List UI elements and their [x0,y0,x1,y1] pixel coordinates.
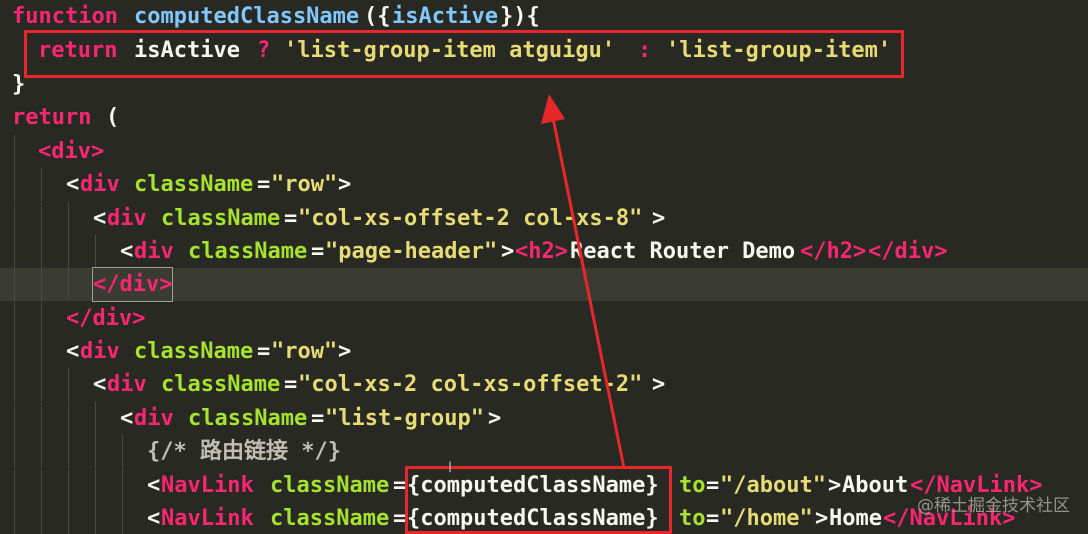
keyword-return: return [12,105,92,130]
tag-gt: > [501,239,515,264]
link-text: Home [829,506,882,531]
equals: = [257,339,271,364]
jsx-attribute: className [161,372,281,397]
string-literal: 'list-group-item' [666,38,892,63]
code-line-6[interactable]: < div className = "row" > [0,168,1088,201]
navlink-tag: NavLink [161,473,254,498]
attribute-value: "/about" [720,473,826,498]
equals: = [257,172,271,197]
attribute-value: "col-xs-offset-2 col-xs-8" [298,206,643,231]
code-line-5[interactable]: <div> [0,135,1088,168]
tag-lt: < [120,239,134,264]
jsx-attribute: className [134,172,254,197]
code-line-8[interactable]: < div className = "page-header" > <h2> R… [0,235,1088,268]
jsx-expression: {computedClassName} [407,473,659,498]
code-line-13[interactable]: < div className = "list-group" > [0,402,1088,435]
code-line-11[interactable]: < div className = "row" > [0,335,1088,368]
tag-lt: < [120,406,134,431]
tag-gt: > [828,473,842,498]
ternary-operator: ? [257,38,271,63]
heading-text: React Router Demo [570,239,796,264]
div-close-tag: </div> [91,267,174,302]
paren-open: ( [106,105,120,130]
jsx-tag: div [80,339,120,364]
jsx-attribute: className [188,239,308,264]
code-line-2[interactable]: return isActive ? 'list-group-item atgui… [0,34,1088,67]
code-line-12[interactable]: < div className = "col-xs-2 col-xs-offse… [0,368,1088,401]
tag-gt: > [652,372,666,397]
attribute-value: "list-group" [325,406,484,431]
attribute-value: "row" [271,172,338,197]
tag-lt: < [93,206,107,231]
code-line-9[interactable]: </div> [0,267,1088,302]
paren-close: }){ [500,4,540,29]
h2-open-tag: <h2> [515,239,568,264]
jsx-attribute: className [134,339,254,364]
jsx-tag: div [134,406,174,431]
jsx-attribute: className [188,406,308,431]
identifier: isActive [134,38,240,63]
equals: = [393,473,407,498]
tag-gt: > [815,506,829,531]
tag-lt: < [147,506,161,531]
jsx-tag: div [107,372,147,397]
jsx-attribute: className [270,506,390,531]
ternary-colon: : [638,38,652,63]
attribute-value: "/home" [720,506,813,531]
code-line-3[interactable]: } [0,68,1088,101]
text-cursor-icon: I [448,460,453,476]
code-line-7[interactable]: < div className = "col-xs-offset-2 col-x… [0,202,1088,235]
jsx-expression: {computedClassName} [407,506,659,531]
tag-gt: > [338,172,352,197]
code-editor[interactable]: function computedClassName ({ isActive }… [0,0,1088,534]
param-name: isActive [392,4,498,29]
tag-gt: > [652,206,666,231]
function-name: computedClassName [134,4,360,29]
equals: = [706,506,720,531]
paren-open: ({ [364,4,391,29]
code-line-4[interactable]: return ( [0,101,1088,134]
code-line-10[interactable]: </div> [0,302,1088,335]
jsx-attribute: className [161,206,281,231]
navlink-tag: NavLink [161,506,254,531]
tag-lt: < [66,172,80,197]
watermark: @稀土掘金技术社区 [917,496,1070,516]
jsx-attribute: to [679,506,706,531]
code-line-14[interactable]: {/* 路由链接 */} [0,435,1088,468]
equals: = [311,239,325,264]
equals: = [311,406,325,431]
attribute-value: "col-xs-2 col-xs-offset-2" [298,372,643,397]
link-text: About [842,473,909,498]
tag-lt: < [66,339,80,364]
h2-close-tag: </h2> [800,239,867,264]
jsx-attribute: className [270,473,390,498]
equals: = [284,206,298,231]
jsx-comment: {/* 路由链接 */} [147,439,341,464]
jsx-tag: div [134,239,174,264]
brace-close: } [12,72,26,97]
tag-lt: < [93,372,107,397]
jsx-tag: <div> [38,139,105,164]
keyword-function: function [12,4,118,29]
jsx-tag: div [80,172,120,197]
code-line-1[interactable]: function computedClassName ({ isActive }… [0,0,1088,33]
equals: = [706,473,720,498]
equals: = [393,506,407,531]
div-close-tag: </div> [868,239,948,264]
jsx-tag: div [107,206,147,231]
string-literal: 'list-group-item atguigu' [284,38,616,63]
jsx-attribute: to [679,473,706,498]
div-close-tag: </div> [66,306,146,331]
tag-gt: > [488,406,502,431]
attribute-value: "page-header" [325,239,498,264]
tag-gt: > [338,339,352,364]
keyword-return: return [38,38,118,63]
equals: = [284,372,298,397]
attribute-value: "row" [271,339,338,364]
tag-lt: < [147,473,161,498]
